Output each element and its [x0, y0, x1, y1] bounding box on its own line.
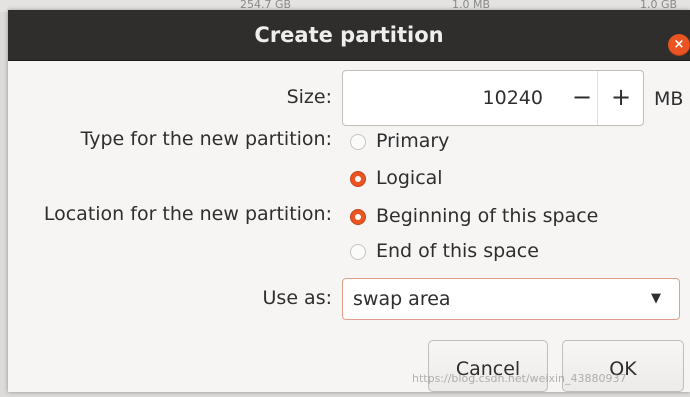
radio-indicator[interactable]: [350, 244, 366, 260]
watermark-text: https://blog.csdn.net/weixin_43880937: [412, 372, 627, 385]
increment-button[interactable]: +: [597, 71, 644, 125]
radio-primary-label[interactable]: Primary: [376, 130, 449, 152]
dialog-title: Create partition: [254, 23, 444, 47]
chevron-down-icon[interactable]: ▼: [651, 279, 661, 319]
radio-beginning[interactable]: Beginning of this space: [350, 205, 670, 231]
filesystem-value[interactable]: swap area: [353, 279, 451, 319]
size-label: Size:: [286, 86, 332, 108]
close-icon[interactable]: ×: [668, 34, 690, 56]
radio-logical-label[interactable]: Logical: [376, 167, 443, 189]
radio-end[interactable]: End of this space: [350, 240, 670, 266]
radio-end-label[interactable]: End of this space: [376, 240, 539, 262]
filesystem-dropdown[interactable]: swap area ▼: [342, 278, 680, 320]
radio-indicator[interactable]: [350, 171, 366, 187]
background-size-text: 1.0 GB: [640, 0, 678, 11]
create-partition-dialog: Create partition × Size: 10240 − + MB Ty…: [8, 10, 690, 392]
radio-logical[interactable]: Logical: [350, 167, 550, 193]
radio-beginning-label[interactable]: Beginning of this space: [376, 205, 598, 227]
background-size-text: 1.0 MB: [452, 0, 491, 11]
radio-indicator[interactable]: [350, 209, 366, 225]
size-unit-label: MB: [654, 88, 684, 110]
dialog-titlebar[interactable]: Create partition ×: [8, 10, 690, 61]
radio-indicator[interactable]: [350, 134, 366, 150]
partition-location-label: Location for the new partition:: [43, 203, 332, 225]
partition-type-label: Type for the new partition:: [80, 128, 332, 150]
use-as-label: Use as:: [262, 287, 332, 309]
radio-primary[interactable]: Primary: [350, 130, 550, 156]
size-spinbutton[interactable]: 10240 − +: [342, 70, 644, 126]
background-size-text: 254.7 GB: [240, 0, 292, 11]
size-value[interactable]: 10240: [343, 71, 543, 125]
